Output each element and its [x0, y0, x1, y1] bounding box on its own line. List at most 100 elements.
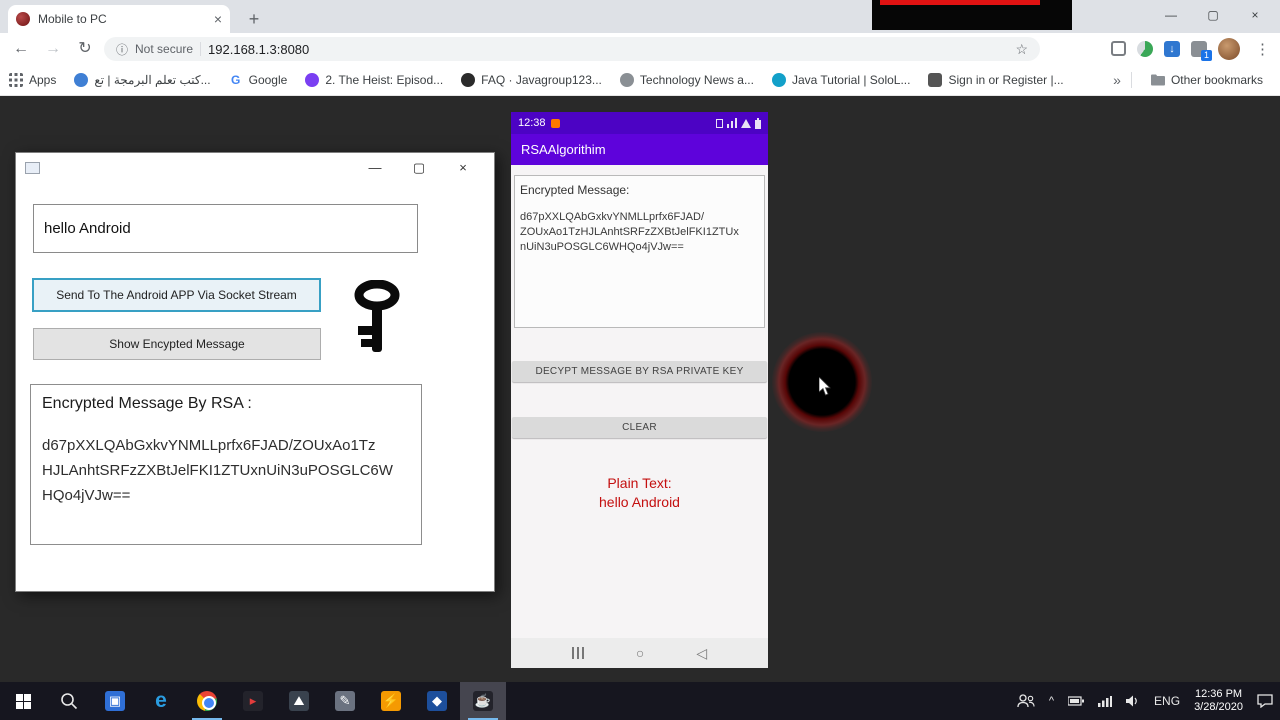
- winforms-titlebar[interactable]: — ▢ ×: [16, 153, 494, 183]
- home-icon[interactable]: ○: [636, 646, 644, 660]
- taskbar-app-chrome[interactable]: [184, 682, 230, 720]
- winforms-window: — ▢ × Send To The Android APP Via Socket…: [15, 152, 495, 592]
- screen-recorder-overlay: [872, 0, 1072, 30]
- bookmark-item[interactable]: Technology News a...: [611, 72, 763, 87]
- bookmark-item[interactable]: G Google: [220, 72, 297, 87]
- clock-time: 12:36 PM: [1194, 688, 1243, 700]
- android-nav-bar: ○ ◁: [511, 638, 768, 668]
- clear-button[interactable]: CLEAR: [512, 417, 767, 438]
- search-icon: [61, 693, 78, 710]
- taskbar-app-edge[interactable]: e: [138, 682, 184, 720]
- bookmark-item[interactable]: Java Tutorial | SoloL...: [763, 72, 920, 87]
- signal-icon: [727, 118, 737, 128]
- bookmark-favicon-icon: [305, 72, 320, 87]
- tab-close-icon[interactable]: ×: [214, 12, 222, 26]
- profile-avatar[interactable]: [1218, 37, 1240, 60]
- battery-tray-button[interactable]: [1061, 682, 1091, 720]
- start-button[interactable]: [0, 682, 46, 720]
- taskbar-app-media[interactable]: ▸: [230, 682, 276, 720]
- encrypted-result-line: d67pXXLQAbGxkvYNMLLprfx6FJAD/ZOUxAo1Tz: [42, 437, 376, 454]
- encrypted-result-title: Encrypted Message By RSA :: [42, 395, 252, 412]
- ide-app-icon: ◆: [427, 691, 447, 711]
- bookmark-label: Google: [248, 72, 288, 87]
- android-encrypted-line: d67pXXLQAbGxkvYNMLLprfx6FJAD/: [520, 211, 705, 223]
- notification-center-icon: [1257, 694, 1273, 708]
- bookmark-item[interactable]: 2. The Heist: Episod...: [296, 72, 452, 87]
- info-icon[interactable]: ⓘ: [116, 41, 128, 58]
- bookmark-star-icon[interactable]: ☆: [1015, 41, 1028, 58]
- bookmark-label: Sign in or Register |...: [948, 72, 1064, 87]
- taskbar-app-tool[interactable]: ✎: [322, 682, 368, 720]
- browser-minimize-button[interactable]: —: [1150, 0, 1192, 30]
- other-bookmarks-button[interactable]: Other bookmarks: [1142, 73, 1272, 87]
- send-to-android-button[interactable]: Send To The Android APP Via Socket Strea…: [32, 278, 321, 312]
- browser-tab[interactable]: Mobile to PC ×: [8, 5, 230, 33]
- forward-icon: →: [45, 40, 61, 57]
- bookmarks-divider: [1130, 71, 1132, 88]
- bookmark-item[interactable]: Sign in or Register |...: [919, 72, 1072, 87]
- cursor-highlight: [772, 332, 872, 432]
- taskbar-app-orange[interactable]: ⚡: [368, 682, 414, 720]
- taskbar-app-window[interactable]: ▣: [92, 682, 138, 720]
- chrome-icon: [197, 691, 217, 711]
- apps-grid-icon: [9, 72, 23, 87]
- winforms-app-icon: [25, 162, 40, 174]
- extension-badge-count: 1: [1200, 49, 1212, 61]
- bookmark-favicon-icon: [619, 72, 634, 87]
- taskbar-search-button[interactable]: [46, 682, 92, 720]
- decrypt-button[interactable]: DECYPT MESSAGE BY RSA PRIVATE KEY: [512, 361, 767, 382]
- bookmark-label: Technology News a...: [639, 72, 754, 87]
- plain-text-label: Plain Text:: [607, 475, 672, 491]
- show-encrypted-button[interactable]: Show Encypted Message: [33, 328, 321, 360]
- language-indicator[interactable]: ENG: [1147, 682, 1187, 720]
- utility-app-icon: ✎: [335, 691, 355, 711]
- browser-maximize-button[interactable]: ▢: [1192, 0, 1234, 30]
- address-bar[interactable]: ⓘ Not secure 192.168.1.3:8080 ☆: [104, 37, 1040, 61]
- extension-download-icon[interactable]: ↓: [1164, 40, 1180, 57]
- recorder-red-bar: [880, 0, 1040, 5]
- toolbar-extensions: ↓ 1 ⋮: [1111, 33, 1274, 64]
- screenshot-icon: [716, 118, 723, 128]
- google-favicon-icon: G: [228, 72, 243, 87]
- apps-button[interactable]: Apps: [0, 72, 65, 87]
- bookmark-item[interactable]: FAQ · Javagroup123...: [452, 72, 611, 87]
- volume-tray-button[interactable]: [1119, 682, 1147, 720]
- network-tray-button[interactable]: [1091, 682, 1119, 720]
- status-time: 12:38: [518, 117, 546, 129]
- bookmark-item[interactable]: كتب تعلم البرمجة | تع...: [65, 72, 219, 87]
- browser-menu-icon[interactable]: ⋮: [1251, 40, 1274, 58]
- android-app-title: RSAAlgorithim: [521, 142, 606, 157]
- android-encrypted-line: ZOUxAo1TzHJLAnhtSRFzZXBtJelFKI1ZTUx: [520, 226, 739, 238]
- people-button[interactable]: [1010, 682, 1042, 720]
- browser-close-button[interactable]: ×: [1234, 0, 1276, 30]
- screen: Mobile to PC × + — ▢ × ← → ↻ ⓘ Not secur…: [0, 0, 1280, 720]
- extension-adblock-icon[interactable]: [1137, 40, 1153, 57]
- battery-icon: [1068, 696, 1085, 706]
- speaker-icon: [1126, 695, 1137, 707]
- extension-badged-icon[interactable]: 1: [1191, 40, 1212, 61]
- bookmarks-overflow-icon[interactable]: »: [1113, 72, 1121, 88]
- key-icon: [354, 280, 400, 352]
- action-center-button[interactable]: [1250, 682, 1280, 720]
- clock-date: 3/28/2020: [1194, 701, 1243, 713]
- taskbar-clock[interactable]: 12:36 PM 3/28/2020: [1187, 682, 1250, 720]
- winforms-minimize-button[interactable]: —: [353, 160, 397, 176]
- taskbar-app-photos[interactable]: ⛰: [276, 682, 322, 720]
- app-window-icon: ▣: [105, 691, 125, 711]
- taskbar-app-java-active[interactable]: ☕: [460, 682, 506, 720]
- extension-cube-icon[interactable]: [1111, 41, 1126, 56]
- refresh-icon[interactable]: ↻: [70, 33, 100, 64]
- message-input[interactable]: [33, 204, 418, 253]
- back-icon[interactable]: ←: [6, 33, 36, 64]
- back-nav-icon[interactable]: ◁: [696, 646, 707, 660]
- plain-text-value: hello Android: [599, 494, 680, 510]
- new-tab-button[interactable]: +: [240, 5, 268, 33]
- taskbar: ▣ e ▸ ⛰ ✎ ⚡ ◆ ☕ ^ ENG 12:36 PM 3/28/2020: [0, 682, 1280, 720]
- media-player-icon: ▸: [243, 691, 263, 711]
- battery-icon: [755, 117, 761, 129]
- recents-icon[interactable]: [571, 647, 584, 659]
- winforms-maximize-button[interactable]: ▢: [397, 160, 441, 176]
- taskbar-app-ide[interactable]: ◆: [414, 682, 460, 720]
- hidden-icons-button[interactable]: ^: [1042, 682, 1061, 720]
- winforms-close-button[interactable]: ×: [441, 160, 485, 176]
